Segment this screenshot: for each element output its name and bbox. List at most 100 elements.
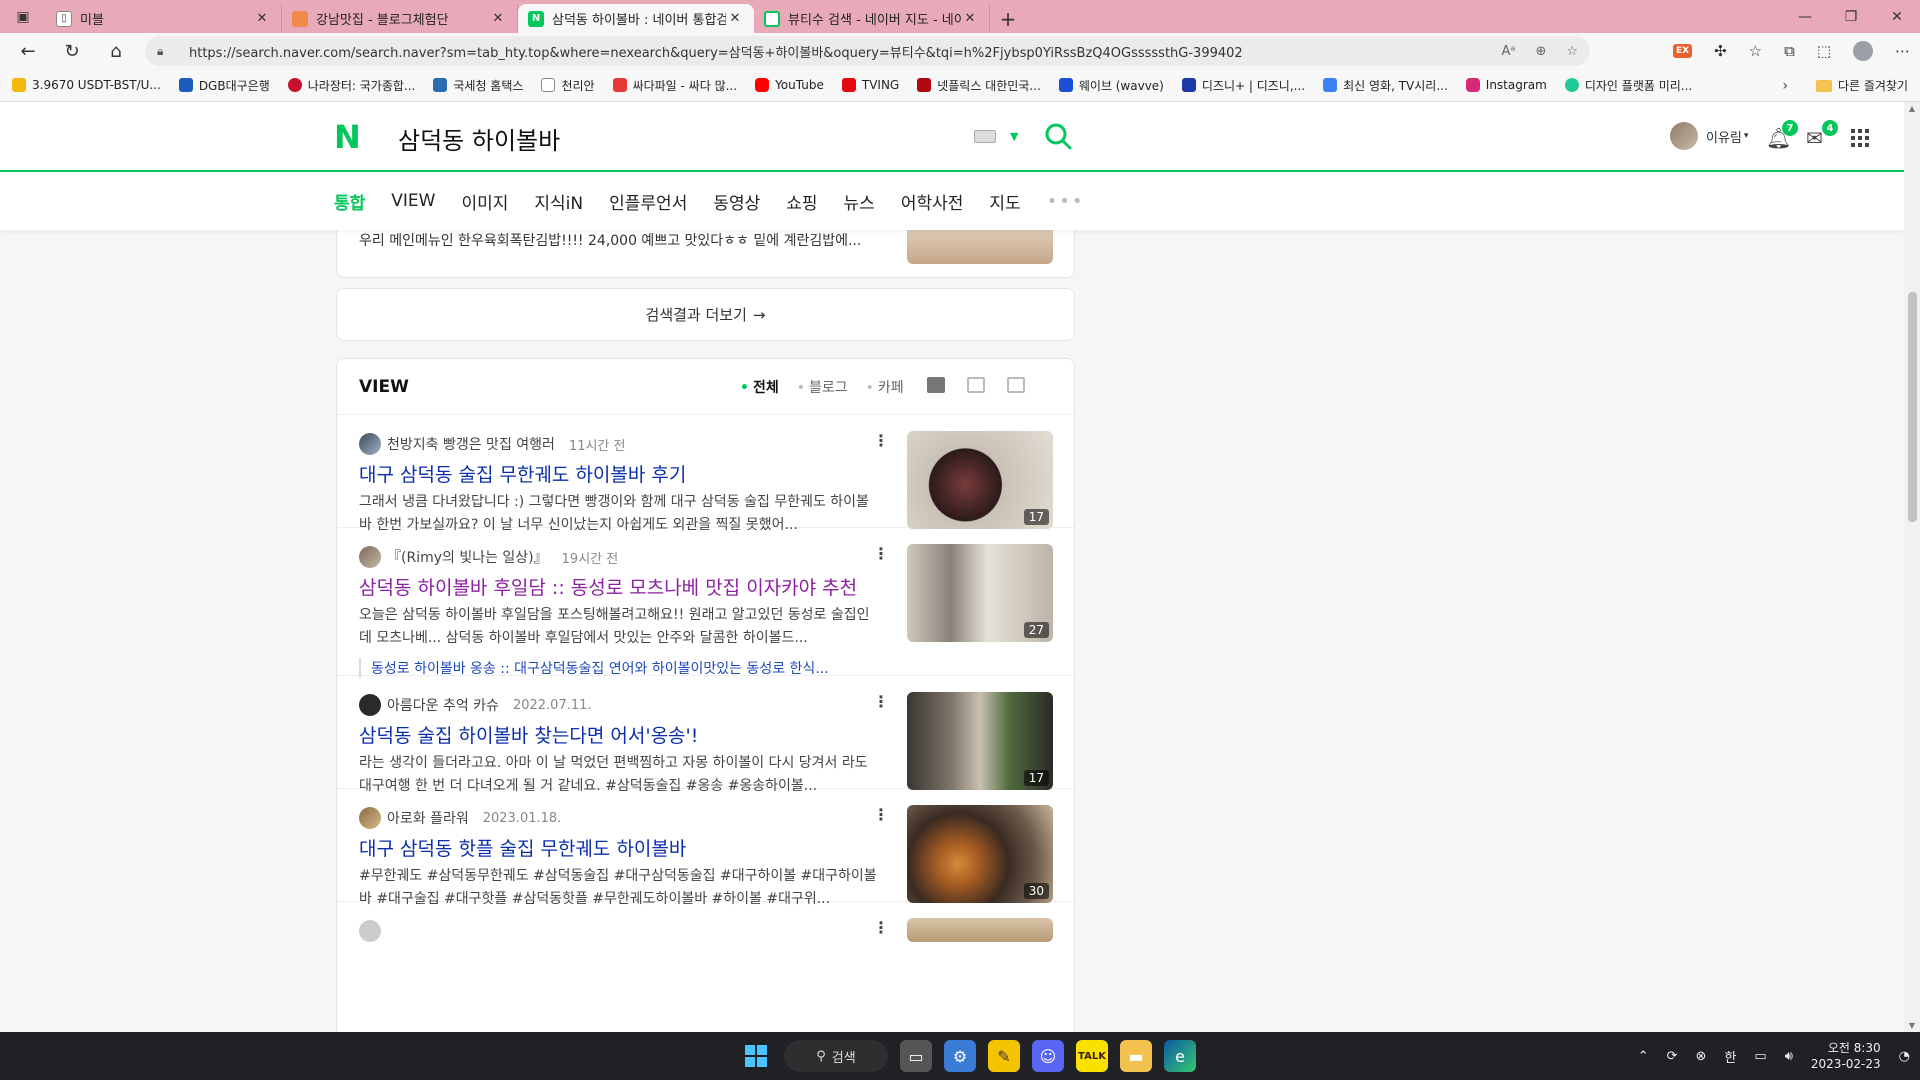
file-explorer-icon[interactable]: ▬ [1120,1040,1152,1072]
bookmark-item[interactable]: 디자인 플랫폼 미리... [1564,77,1692,94]
result-thumbnail[interactable]: 27 [907,544,1053,642]
other-bookmarks-button[interactable]: 다른 즐겨찾기 [1838,77,1908,94]
new-tab-button[interactable]: + [990,4,1026,33]
bookmark-item[interactable]: 나라장터: 국가종합... [287,77,415,94]
more-results-button[interactable]: 검색결과 더보기 → [336,288,1075,341]
back-icon[interactable]: ← [6,33,50,69]
scroll-up-icon[interactable]: ▲ [1904,104,1920,113]
extension-icon[interactable]: EX [1672,44,1693,58]
more-menu-icon[interactable]: ⋯ [1895,42,1910,60]
profile-avatar[interactable] [1853,41,1873,61]
notifications-icon[interactable]: ◔ [1899,1049,1910,1064]
bookmark-item[interactable]: YouTube [755,78,824,92]
restore-icon[interactable]: ❐ [1828,0,1874,33]
tab-dictionary[interactable]: 어학사전 [901,189,964,214]
tab-influencer[interactable]: 인플루언서 [609,189,687,214]
author-name[interactable]: 천방지축 빵갱은 맛집 여행러 [387,434,555,454]
home-icon[interactable]: ⌂ [94,33,138,69]
avatar[interactable] [359,433,381,455]
sticky-notes-icon[interactable]: ✎ [988,1040,1020,1072]
favorite-add-icon[interactable]: ☆ [1566,44,1578,59]
favorites-icon[interactable]: ☆ [1749,42,1762,60]
more-vertical-icon[interactable]: ⋮ [873,918,889,937]
video-view-icon[interactable] [1007,377,1025,393]
tab-integrated[interactable]: 통합 [334,189,365,214]
bookmark-item[interactable]: 최신 영화, TV시리... [1323,77,1448,94]
tray-app-icon[interactable]: ⊗ [1696,1049,1707,1064]
sync-icon[interactable]: ⟳ [1667,1049,1678,1064]
tab-view[interactable]: VIEW [391,191,435,211]
mail-icon[interactable]: ✉ 4 [1806,120,1838,150]
search-icon[interactable] [1043,121,1073,151]
filter-cafe[interactable]: 카페 [866,377,904,397]
search-query-field[interactable]: 삼덕동 하이볼바 [398,121,560,156]
bookmark-item[interactable]: Instagram [1465,78,1547,92]
author-name[interactable]: 아로화 플라워 [387,808,469,828]
bookmark-item[interactable]: 웨이브 (wavve) [1058,77,1164,94]
refresh-icon[interactable]: ↻ [50,33,94,69]
screenshot-icon[interactable]: ⬚ [1817,42,1831,60]
close-icon[interactable]: ✕ [726,11,744,26]
tab-news[interactable]: 뉴스 [844,189,875,214]
tab-kin[interactable]: 지식iN [534,189,583,214]
ime-indicator[interactable]: 한 [1724,1047,1736,1066]
apps-grid-icon[interactable] [1851,129,1869,147]
user-menu[interactable]: 이유림 ▾ [1670,122,1748,150]
page-scrollbar[interactable]: ▲ ▼ [1904,102,1920,1032]
result-thumbnail[interactable]: 30 [907,805,1053,903]
tab-video[interactable]: 동영상 [713,189,760,214]
windows-start-icon[interactable] [740,1040,772,1072]
result-title-link[interactable]: 대구 삼덕동 핫플 술집 무한궤도 하이볼바 [359,834,889,861]
result-thumbnail[interactable]: 17 [907,431,1053,529]
result-title-link[interactable]: 삼덕동 술집 하이볼바 찾는다면 어서'옹송'! [359,721,889,748]
result-title-link[interactable]: 삼덕동 하이볼바 후일담 :: 동성로 모츠나베 맛집 이자카야 추천 [359,573,889,600]
extensions-puzzle-icon[interactable]: ✣ [1714,42,1727,60]
result-title-link[interactable]: 대구 삼덕동 술집 무한궤도 하이볼바 후기 [359,460,889,487]
kakaotalk-icon[interactable]: TALK [1076,1040,1108,1072]
close-icon[interactable]: ✕ [961,11,979,26]
tab-images[interactable]: 이미지 [461,189,508,214]
clock[interactable]: 오전 8:30 2023-02-23 [1811,1040,1881,1072]
bookmark-item[interactable]: 싸다파일 - 싸다 많... [612,77,737,94]
bookmark-item[interactable]: 국세청 홈택스 [433,77,523,94]
chevron-down-icon[interactable]: ▼ [1010,130,1018,143]
avatar[interactable] [359,920,381,942]
keyboard-icon[interactable] [974,130,996,143]
filter-blog[interactable]: 블로그 [797,377,848,397]
more-vertical-icon[interactable]: ⋮ [873,544,889,563]
avatar[interactable] [359,694,381,716]
close-icon[interactable]: ✕ [253,11,271,26]
bookmark-item[interactable]: 3.9670 USDT-BST/U... [12,78,161,92]
tab-3[interactable]: 뷰티수 검색 - 네이버 지도 - 네이 ✕ [754,4,990,33]
bell-icon[interactable]: 🔔︎ 7 [1766,120,1798,150]
avatar[interactable] [359,546,381,568]
scroll-down-icon[interactable]: ▼ [1904,1021,1920,1030]
result-thumbnail[interactable] [907,918,1053,942]
bookmark-item[interactable]: DGB대구은행 [178,77,270,94]
close-window-icon[interactable]: ✕ [1874,0,1920,33]
network-icon[interactable]: ▭ [1754,1049,1766,1064]
chevron-right-icon[interactable]: › [1782,78,1788,94]
more-vertical-icon[interactable]: ⋮ [873,692,889,711]
discord-icon[interactable]: ☺ [1032,1040,1064,1072]
taskbar-search[interactable]: ⚲ 검색 [784,1040,888,1072]
more-tabs-icon[interactable]: ••• [1047,191,1085,212]
related-post-link[interactable]: 동성로 하이볼바 옹송 :: 대구삼덕동술집 연어와 하이볼이맛있는 동성로 한… [359,658,879,678]
minimize-icon[interactable]: — [1782,0,1828,33]
bookmark-item[interactable]: 디즈니+ | 디즈니,... [1181,77,1305,94]
tab-shopping[interactable]: 쇼핑 [786,189,817,214]
avatar[interactable] [359,807,381,829]
list-view-icon[interactable] [927,377,945,393]
more-vertical-icon[interactable]: ⋮ [873,431,889,450]
bookmark-item[interactable]: 천리안 [541,77,595,94]
read-aloud-icon[interactable]: Aᵃ [1501,44,1515,59]
collections-icon[interactable]: ⧉ [1784,42,1795,60]
settings-icon[interactable]: ⚙ [944,1040,976,1072]
filter-all[interactable]: 전체 [740,377,779,397]
author-name[interactable]: 『(Rimy의 빛나는 일상)』 [387,547,548,567]
edge-icon[interactable]: e [1164,1040,1196,1072]
bookmark-item[interactable]: 넷플릭스 대한민국... [917,77,1041,94]
volume-icon[interactable]: 🔊︎ [1785,1049,1793,1064]
more-vertical-icon[interactable]: ⋮ [873,805,889,824]
result-thumbnail[interactable]: 17 [907,692,1053,790]
